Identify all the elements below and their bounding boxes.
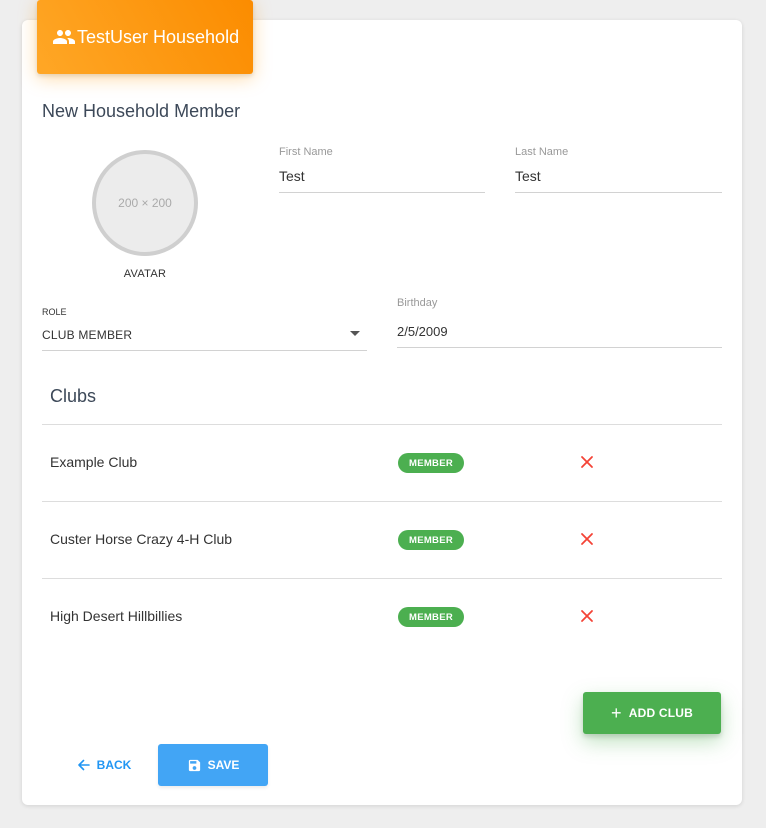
save-label: SAVE: [207, 758, 240, 772]
first-name-field[interactable]: First Name Test: [279, 146, 485, 193]
club-name: Example Club: [50, 454, 138, 470]
member-badge: MEMBER: [398, 453, 464, 473]
first-name-label: First Name: [279, 146, 333, 158]
last-name-label: Last Name: [515, 146, 569, 158]
card-header: TestUser Household: [37, 0, 253, 74]
birthday-label: Birthday: [397, 297, 438, 309]
back-label: BACK: [96, 758, 132, 772]
birthday-value[interactable]: 2/5/2009: [397, 324, 448, 339]
club-row: Custer Horse Crazy 4-H Club MEMBER: [42, 501, 722, 579]
first-name-value[interactable]: Test: [279, 168, 305, 184]
avatar-placeholder: 200 × 200: [118, 196, 172, 210]
avatar-label: AVATAR: [123, 268, 167, 280]
add-club-label: ADD CLUB: [628, 706, 693, 720]
role-label: ROLE: [42, 307, 67, 317]
save-button[interactable]: SAVE: [158, 744, 268, 786]
birthday-field[interactable]: Birthday 2/5/2009: [397, 297, 722, 348]
save-icon: [187, 758, 202, 773]
remove-club-icon[interactable]: [579, 531, 595, 547]
remove-club-icon[interactable]: [579, 454, 595, 470]
club-row: Example Club MEMBER: [42, 424, 722, 502]
household-title: TestUser Household: [77, 26, 240, 47]
plus-icon: +: [611, 703, 622, 723]
remove-club-icon[interactable]: [579, 608, 595, 624]
last-name-field[interactable]: Last Name Test: [515, 146, 722, 193]
clubs-heading: Clubs: [50, 386, 97, 406]
role-value[interactable]: CLUB MEMBER: [42, 328, 132, 342]
add-club-button[interactable]: + ADD CLUB: [583, 692, 721, 734]
member-badge: MEMBER: [398, 530, 464, 550]
dropdown-caret-icon[interactable]: [350, 331, 360, 336]
role-select[interactable]: ROLE CLUB MEMBER: [42, 307, 367, 351]
club-name: Custer Horse Crazy 4-H Club: [50, 531, 233, 547]
last-name-value[interactable]: Test: [515, 168, 541, 184]
avatar-upload[interactable]: 200 × 200: [92, 150, 198, 256]
form-title: New Household Member: [42, 101, 241, 121]
member-badge: MEMBER: [398, 607, 464, 627]
people-icon: [52, 25, 76, 49]
form-card: [22, 20, 742, 805]
back-button[interactable]: BACK: [64, 744, 144, 786]
club-name: High Desert Hillbillies: [50, 608, 183, 624]
club-row: High Desert Hillbillies MEMBER: [42, 578, 722, 656]
arrow-left-icon: [77, 758, 91, 772]
